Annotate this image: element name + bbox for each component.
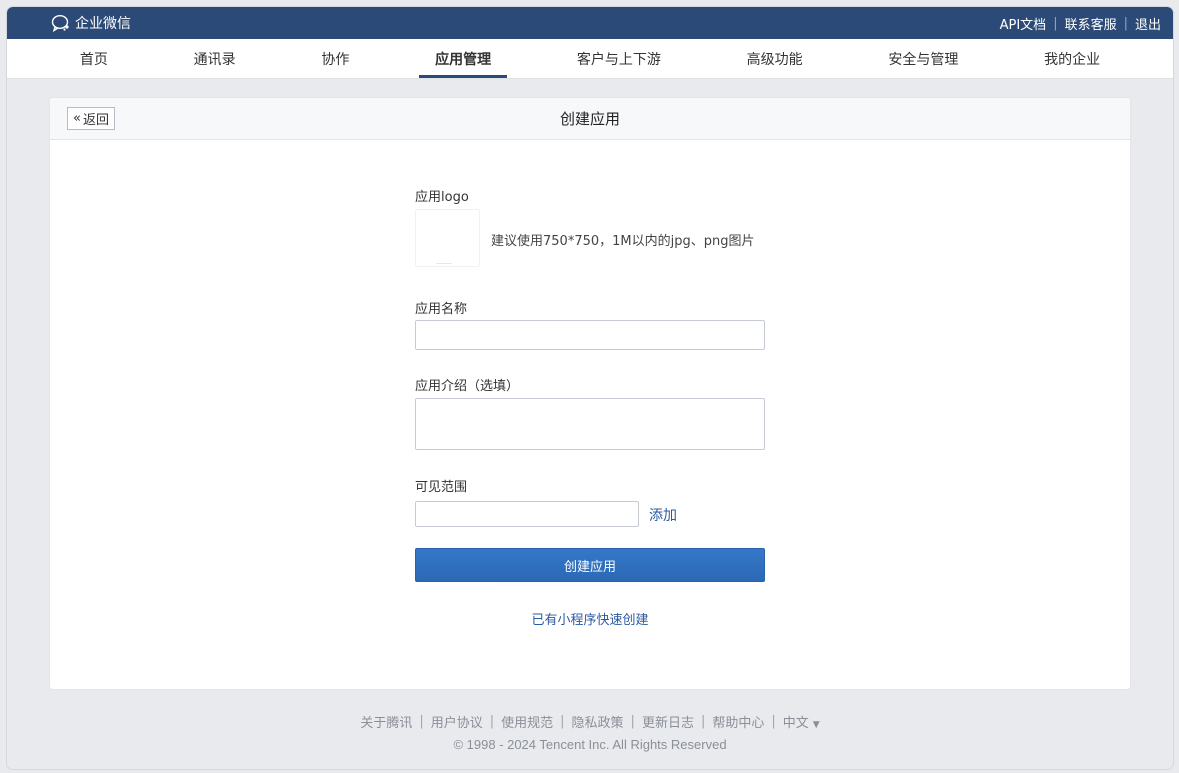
app-intro-label: 应用介绍（选填） [415, 379, 520, 394]
visibility-label: 可见范围 [415, 480, 468, 495]
separator: | [419, 714, 424, 729]
logo-label: 应用logo [415, 190, 469, 205]
mini-program-create-link[interactable]: 已有小程序快速创建 [415, 609, 765, 628]
create-app-button[interactable]: 创建应用 [415, 548, 765, 582]
footer-link-terms[interactable]: 用户协议 [431, 712, 483, 731]
footer-link-privacy[interactable]: 隐私政策 [572, 712, 624, 731]
logo-hint: 建议使用750*750，1M以内的jpg、png图片 [491, 234, 755, 249]
separator: | [1053, 15, 1058, 31]
brand[interactable]: 企业微信 [51, 13, 131, 33]
wecom-logo-icon [51, 14, 71, 32]
separator: | [560, 714, 565, 729]
footer: 关于腾讯 | 用户协议 | 使用规范 | 隐私政策 | 更新日志 | 帮助中心 … [7, 712, 1173, 752]
back-button[interactable]: « 返回 [67, 107, 115, 130]
footer-link-about[interactable]: 关于腾讯 [360, 712, 412, 731]
nav-item-security[interactable]: 安全与管理 [872, 39, 974, 78]
top-bar: 企业微信 API文档 | 联系客服 | 退出 [7, 7, 1173, 39]
visibility-input[interactable] [415, 501, 639, 527]
footer-links: 关于腾讯 | 用户协议 | 使用规范 | 隐私政策 | 更新日志 | 帮助中心 … [7, 712, 1173, 731]
nav-item-home[interactable]: 首页 [64, 39, 124, 78]
back-label: 返回 [82, 113, 109, 128]
copyright: © 1998 - 2024 Tencent Inc. All Rights Re… [453, 737, 727, 752]
api-docs-link[interactable]: API文档 [1000, 14, 1047, 33]
footer-link-help[interactable]: 帮助中心 [712, 712, 764, 731]
footer-link-usage-rules[interactable]: 使用规范 [501, 712, 553, 731]
language-label: 中文 [782, 716, 809, 731]
panel-header: « 返回 创建应用 [50, 98, 1130, 140]
logout-link[interactable]: 退出 [1135, 14, 1161, 33]
app-name-input[interactable] [415, 320, 765, 350]
create-app-panel: « 返回 创建应用 应用logo 建议使用750*750，1M以内的jpg、pn… [50, 98, 1130, 689]
app-intro-textarea[interactable] [415, 398, 765, 450]
separator: | [489, 714, 495, 729]
separator: | [1123, 15, 1128, 31]
top-links: API文档 | 联系客服 | 退出 [1000, 14, 1161, 33]
main-nav: 首页 通讯录 协作 应用管理 客户与上下游 高级功能 安全与管理 我的企业 [7, 39, 1173, 79]
double-chevron-left-icon: « [73, 111, 81, 126]
page-title: 创建应用 [559, 110, 620, 128]
nav-item-contacts[interactable]: 通讯录 [178, 39, 252, 78]
contact-support-link[interactable]: 联系客服 [1065, 14, 1117, 33]
nav-item-advanced[interactable]: 高级功能 [731, 39, 819, 78]
add-visibility-link[interactable]: 添加 [649, 505, 677, 525]
logo-upload[interactable] [415, 209, 480, 267]
nav-item-my-enterprise[interactable]: 我的企业 [1028, 39, 1116, 78]
separator: | [630, 714, 635, 729]
caret-down-icon: ▼ [812, 720, 820, 730]
nav-item-customers[interactable]: 客户与上下游 [561, 39, 677, 78]
nav-item-app-management[interactable]: 应用管理 [419, 39, 508, 78]
app-name-label: 应用名称 [415, 302, 468, 317]
browser-window: 企业微信 API文档 | 联系客服 | 退出 首页 通讯录 协作 应用管理 客户… [7, 7, 1173, 769]
separator: | [700, 714, 706, 729]
language-select[interactable]: 中文 ▼ [783, 712, 820, 731]
nav-item-collaboration[interactable]: 协作 [305, 39, 365, 78]
footer-link-changelog[interactable]: 更新日志 [642, 712, 694, 731]
logo-row: 建议使用750*750，1M以内的jpg、png图片 [415, 209, 767, 267]
brand-name: 企业微信 [75, 16, 131, 32]
create-app-button-label: 创建应用 [563, 559, 616, 575]
separator: | [771, 714, 776, 729]
